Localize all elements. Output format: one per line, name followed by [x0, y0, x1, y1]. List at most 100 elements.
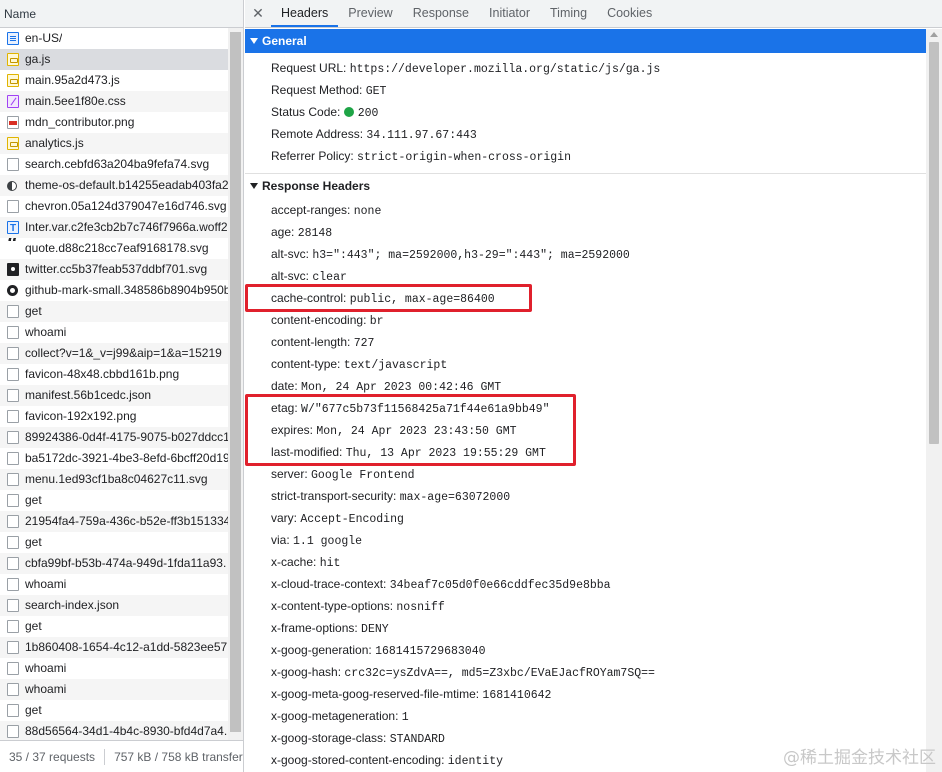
close-icon[interactable]: ✕ [245, 0, 271, 27]
header-row[interactable]: x-goog-meta-goog-reserved-file-mtime: 16… [245, 683, 926, 705]
request-row[interactable]: mdn_contributor.png [0, 112, 228, 133]
header-row[interactable]: Request URL: https://developer.mozilla.o… [245, 57, 926, 79]
script-icon [7, 53, 19, 66]
header-row[interactable]: x-frame-options: DENY [245, 617, 926, 639]
request-row[interactable]: 1b860408-1654-4c12-a1dd-5823ee57. [0, 637, 228, 658]
request-row[interactable]: chevron.05a124d379047e16d746.svg [0, 196, 228, 217]
request-name: favicon-48x48.cbbd161b.png [25, 367, 180, 381]
request-row[interactable]: get [0, 700, 228, 721]
request-row[interactable]: github-mark-small.348586b8904b950b [0, 280, 228, 301]
tab-headers[interactable]: Headers [271, 0, 339, 27]
request-row[interactable]: main.95a2d473.js [0, 70, 228, 91]
header-row[interactable]: cache-control: public, max-age=86400 [245, 287, 926, 309]
tab-initiator[interactable]: Initiator [479, 0, 540, 27]
header-row[interactable]: Request Method: GET [245, 79, 926, 101]
request-row[interactable]: en-US/ [0, 28, 228, 49]
request-row[interactable]: cbfa99bf-b53b-474a-949d-1fda11a93. [0, 553, 228, 574]
general-section-header[interactable]: General [245, 29, 926, 53]
request-row[interactable]: whoami [0, 574, 228, 595]
request-list-scrollbar[interactable] [228, 28, 243, 740]
request-row[interactable]: favicon-48x48.cbbd161b.png [0, 364, 228, 385]
request-row[interactable]: main.5ee1f80e.css [0, 91, 228, 112]
request-row[interactable]: theme-os-default.b14255eadab403fa2 [0, 175, 228, 196]
header-value: 1 [401, 711, 409, 724]
request-row[interactable]: get [0, 301, 228, 322]
header-name: content-encoding: [271, 313, 367, 327]
details-scrollbar[interactable] [926, 29, 942, 772]
header-row[interactable]: strict-transport-security: max-age=63072… [245, 485, 926, 507]
header-row[interactable]: Referrer Policy: strict-origin-when-cros… [245, 145, 926, 167]
scroll-up-arrow-icon[interactable] [930, 32, 938, 37]
header-name: Referrer Policy: [271, 149, 354, 163]
tab-response[interactable]: Response [403, 0, 479, 27]
request-row[interactable]: whoami [0, 679, 228, 700]
header-row[interactable]: x-goog-metageneration: 1 [245, 705, 926, 727]
request-row[interactable]: get [0, 532, 228, 553]
request-row[interactable]: search.cebfd63a204ba9fefa74.svg [0, 154, 228, 175]
header-row[interactable]: accept-ranges: none [245, 199, 926, 221]
header-name: via: [271, 533, 290, 547]
header-row[interactable]: etag: W/"677c5b73f11568425a71f44e61a9bb4… [245, 397, 926, 419]
request-row[interactable]: whoami [0, 322, 228, 343]
request-row[interactable]: twitter.cc5b37feab537ddbf701.svg [0, 259, 228, 280]
tab-preview[interactable]: Preview [338, 0, 402, 27]
request-row[interactable]: menu.1ed93cf1ba8c04627c11.svg [0, 469, 228, 490]
header-row[interactable]: via: 1.1 google [245, 529, 926, 551]
request-name: get [25, 493, 42, 507]
request-row[interactable]: 88d56564-34d1-4b4c-8930-bfd4d7a4. [0, 721, 228, 740]
name-column-header[interactable]: Name [0, 0, 243, 28]
details-scrollbar-thumb[interactable] [929, 42, 939, 444]
header-row[interactable]: alt-svc: h3=":443"; ma=2592000,h3-29=":4… [245, 243, 926, 265]
request-row[interactable]: analytics.js [0, 133, 228, 154]
request-name: chevron.05a124d379047e16d746.svg [25, 199, 227, 213]
tab-timing[interactable]: Timing [540, 0, 597, 27]
header-value: crc32c=ysZdvA==, md5=Z3xbc/EVaEJacfROYam… [344, 667, 655, 680]
header-row[interactable]: expires: Mon, 24 Apr 2023 23:43:50 GMT [245, 419, 926, 441]
request-row[interactable]: collect?v=1&_v=j99&aip=1&a=15219 [0, 343, 228, 364]
request-row[interactable]: whoami [0, 658, 228, 679]
header-row[interactable]: Remote Address: 34.111.97.67:443 [245, 123, 926, 145]
request-row[interactable]: manifest.56b1cedc.json [0, 385, 228, 406]
request-row[interactable]: quote.d88c218cc7eaf9168178.svg [0, 238, 228, 259]
file-icon [7, 578, 19, 591]
request-row[interactable]: ga.js [0, 49, 228, 70]
twitter-icon [7, 263, 19, 276]
header-row[interactable]: x-goog-generation: 1681415729683040 [245, 639, 926, 661]
file-icon [7, 368, 19, 381]
header-row[interactable]: content-encoding: br [245, 309, 926, 331]
request-row[interactable]: get [0, 490, 228, 511]
response-headers-section-header[interactable]: Response Headers [245, 173, 926, 197]
header-row[interactable]: Status Code: 200 [245, 101, 926, 123]
header-row[interactable]: content-type: text/javascript [245, 353, 926, 375]
file-icon [7, 599, 19, 612]
header-row[interactable]: age: 28148 [245, 221, 926, 243]
request-name: menu.1ed93cf1ba8c04627c11.svg [25, 472, 208, 486]
header-row[interactable]: date: Mon, 24 Apr 2023 00:42:46 GMT [245, 375, 926, 397]
request-name: theme-os-default.b14255eadab403fa2 [25, 178, 228, 192]
header-value: clear [312, 271, 347, 284]
request-row[interactable]: search-index.json [0, 595, 228, 616]
header-row[interactable]: alt-svc: clear [245, 265, 926, 287]
header-value: Accept-Encoding [300, 513, 404, 526]
request-row[interactable]: favicon-192x192.png [0, 406, 228, 427]
request-row[interactable]: 89924386-0d4f-4175-9075-b027ddcc1 [0, 427, 228, 448]
header-row[interactable]: x-goog-hash: crc32c=ysZdvA==, md5=Z3xbc/… [245, 661, 926, 683]
request-row[interactable]: 21954fa4-759a-436c-b52e-ff3b151334 [0, 511, 228, 532]
header-name: Request Method: [271, 83, 363, 97]
request-list-scrollbar-thumb[interactable] [230, 32, 241, 732]
header-name: x-goog-generation: [271, 643, 372, 657]
header-row[interactable]: x-cache: hit [245, 551, 926, 573]
header-row[interactable]: x-cloud-trace-context: 34beaf7c05d0f0e66… [245, 573, 926, 595]
header-row[interactable]: x-content-type-options: nosniff [245, 595, 926, 617]
tab-cookies[interactable]: Cookies [597, 0, 662, 27]
header-row[interactable]: last-modified: Thu, 13 Apr 2023 19:55:29… [245, 441, 926, 463]
header-row[interactable]: content-length: 727 [245, 331, 926, 353]
request-row[interactable]: Inter.var.c2fe3cb2b7c746f7966a.woff2 [0, 217, 228, 238]
request-name: whoami [25, 325, 67, 339]
header-row[interactable]: vary: Accept-Encoding [245, 507, 926, 529]
request-row[interactable]: get [0, 616, 228, 637]
request-row[interactable]: ba5172dc-3921-4be3-8efd-6bcff20d19 [0, 448, 228, 469]
header-name: x-cloud-trace-context: [271, 577, 387, 591]
header-row[interactable]: server: Google Frontend [245, 463, 926, 485]
request-name: 88d56564-34d1-4b4c-8930-bfd4d7a4. [25, 724, 228, 738]
